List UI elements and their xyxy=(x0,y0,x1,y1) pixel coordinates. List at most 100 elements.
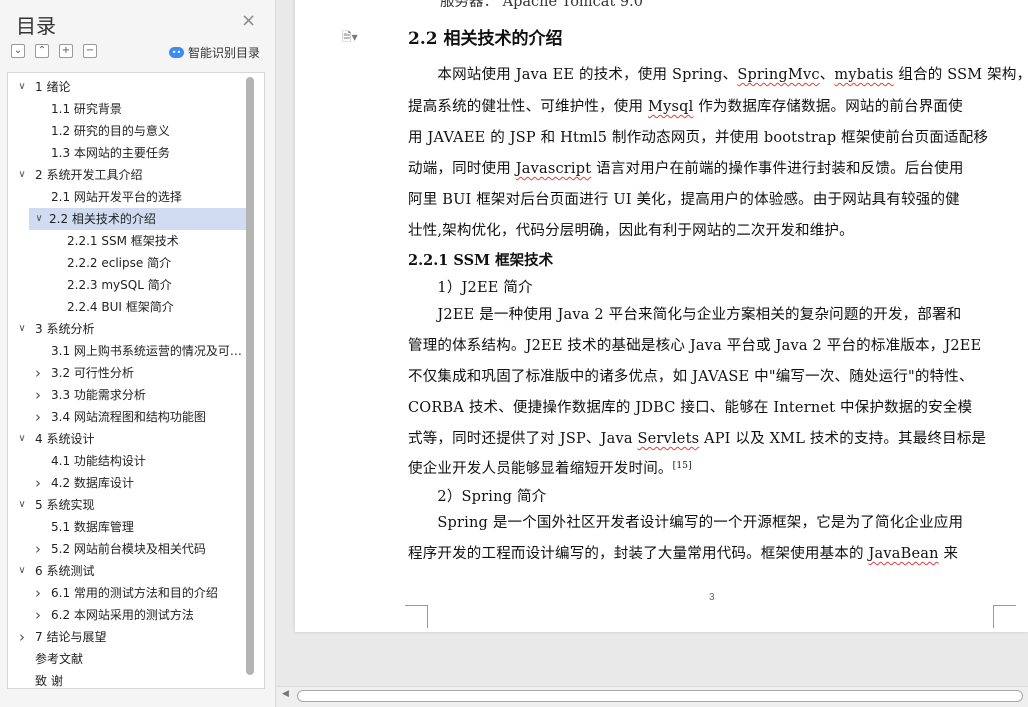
toc-item[interactable]: 2.1 网站开发平台的选择 xyxy=(8,186,254,208)
toc-item[interactable]: › 6.2 本网站采用的测试方法 xyxy=(8,604,254,626)
close-icon[interactable]: × xyxy=(241,12,256,30)
expand-all-icon[interactable]: ⌄ xyxy=(11,44,25,58)
toc-item[interactable]: ∨ 5 系统实现 xyxy=(8,494,254,516)
chevron-down-icon[interactable]: ∨ xyxy=(16,560,28,582)
toc-item[interactable]: 2.2.4 BUI 框架简介 xyxy=(8,296,254,318)
collapse-all-icon[interactable]: ⌃ xyxy=(35,44,49,58)
toc-item[interactable]: ∨ 3 系统分析 xyxy=(8,318,254,340)
toc-item-label: 2.2.2 eclipse 简介 xyxy=(67,256,172,270)
chevron-down-icon[interactable]: ∨ xyxy=(16,76,28,98)
citation-ref[interactable]: [15] xyxy=(673,461,692,471)
toc-item-label: 4.2 数据库设计 xyxy=(51,476,134,490)
toc-item-label: 2.2.4 BUI 框架简介 xyxy=(67,300,174,314)
chevron-right-icon[interactable]: › xyxy=(32,472,44,494)
text-run: 管理的体系结构。J2EE 技术的基础是核心 Java 平台或 Java 2 平台… xyxy=(408,338,982,354)
add-item-icon[interactable]: + xyxy=(59,44,73,58)
toc-item[interactable]: 2.2.2 eclipse 简介 xyxy=(8,252,254,274)
toc-item[interactable]: › 6.1 常用的测试方法和目的介绍 xyxy=(8,582,254,604)
text-run: 2）Spring 简介 xyxy=(408,489,547,505)
spellcheck-word: Mysql xyxy=(648,99,694,115)
toc-item[interactable]: ∨ 4 系统设计 xyxy=(8,428,254,450)
cut-off-line: 服务器： Apache Tomcat 9.0 xyxy=(440,0,643,10)
toc-item[interactable]: ∨ 2.2 相关技术的介绍 xyxy=(29,208,254,230)
toc-item[interactable]: ∨ 6 系统测试 xyxy=(8,560,254,582)
chevron-right-icon[interactable]: › xyxy=(32,406,44,428)
heading-2-2: 2.2 相关技术的介绍 xyxy=(408,29,563,49)
toc-item-label: 2.1 网站开发平台的选择 xyxy=(51,190,182,204)
toc-item-label: 7 结论与展望 xyxy=(35,630,107,644)
paragraph-line: 程序开发的工程而设计编写的，封装了大量常用代码。框架使用基本的 JavaBean… xyxy=(408,542,996,563)
horizontal-scrollbar-thumb[interactable] xyxy=(297,690,1023,702)
page-margin-corner-left xyxy=(405,605,428,628)
toc-item[interactable]: ∨ 1 绪论 xyxy=(8,76,254,98)
toc-item[interactable]: 致 谢 xyxy=(8,670,254,688)
toc-item[interactable]: ∨ 2 系统开发工具介绍 xyxy=(8,164,254,186)
remove-item-icon[interactable]: − xyxy=(83,44,97,58)
chevron-right-icon[interactable]: › xyxy=(32,604,44,626)
toc-item-label: 2.2 相关技术的介绍 xyxy=(49,212,156,226)
toc-item[interactable]: 5.1 数据库管理 xyxy=(8,516,254,538)
text-run: 壮性,架构优化，代码分层明确，因此有利于网站的二次开发和维护。 xyxy=(408,223,854,239)
paragraph-line: 管理的体系结构。J2EE 技术的基础是核心 Java 平台或 Java 2 平台… xyxy=(408,334,996,355)
toc-item[interactable]: 参考文献 xyxy=(8,648,254,670)
toc-item[interactable]: › 3.4 网站流程图和结构功能图 xyxy=(8,406,254,428)
smart-toc-button[interactable]: •• 智能识别目录 xyxy=(169,44,260,61)
toc-item[interactable]: 2.2.1 SSM 框架技术 xyxy=(8,230,254,252)
text-run: CORBA 技术、便捷操作数据库的 JDBC 接口、能够在 Internet 中… xyxy=(408,400,973,416)
toc-item[interactable]: › 3.2 可行性分析 xyxy=(8,362,254,384)
spellcheck-word: mybatis xyxy=(834,67,894,83)
toc-item-label: 1.2 研究的目的与意义 xyxy=(51,124,170,138)
document-page[interactable]: 服务器： Apache Tomcat 9.0 🗎▾ 2.2 相关技术的介绍 2.… xyxy=(295,0,1028,632)
spellcheck-word: Javascript xyxy=(515,161,592,177)
paragraph-line: 动端，同时使用 Javascript 语言对用户在前端的操作事件进行封装和反馈。… xyxy=(408,157,996,178)
text-run: 、 xyxy=(819,67,835,83)
text-run: 组合的 SSM 架构， xyxy=(893,67,1028,83)
chevron-right-icon[interactable]: › xyxy=(32,362,44,384)
chevron-right-icon[interactable]: › xyxy=(32,384,44,406)
toc-item-label: 1.3 本网站的主要任务 xyxy=(51,146,170,160)
toc-item-label: 6.1 常用的测试方法和目的介绍 xyxy=(51,586,218,600)
toc-item-label: 4.1 功能结构设计 xyxy=(51,454,146,468)
text-run: 程序开发的工程而设计编写的，封装了大量常用代码。框架使用基本的 xyxy=(408,546,869,562)
chevron-right-icon[interactable]: › xyxy=(32,538,44,560)
toc-tree-panel: ∨ 1 绪论 1.1 研究背景 1.2 研究的目的与意义 1.3 本网站的主要任务 ∨ 2 … xyxy=(7,72,265,689)
paragraph-line: 式等，同时还提供了对 JSP、Java Servlets API 以及 XML … xyxy=(408,427,996,448)
toc-item-label: 致 谢 xyxy=(35,674,63,688)
toc-item[interactable]: › 5.2 网站前台模块及相关代码 xyxy=(8,538,254,560)
toc-item-label: 2 系统开发工具介绍 xyxy=(35,168,143,182)
chevron-right-icon[interactable]: › xyxy=(32,582,44,604)
toc-item[interactable]: 1.3 本网站的主要任务 xyxy=(8,142,254,164)
toc-item-label: 2.2.1 SSM 框架技术 xyxy=(67,234,179,248)
horizontal-scrollbar[interactable]: ◀ xyxy=(277,686,1028,707)
toc-item[interactable]: › 4.2 数据库设计 xyxy=(8,472,254,494)
paragraph-line: 1）J2EE 简介 xyxy=(408,276,996,297)
chevron-down-icon[interactable]: ∨ xyxy=(16,318,28,340)
toc-item[interactable]: 1.2 研究的目的与意义 xyxy=(8,120,254,142)
chevron-down-icon[interactable]: ∨ xyxy=(33,208,45,230)
chevron-down-icon[interactable]: ∨ xyxy=(16,164,28,186)
text-run: 用 JAVAEE 的 JSP 和 Html5 制作动态网页，并使用 bootst… xyxy=(408,130,989,146)
text-run: 1）J2EE 简介 xyxy=(408,280,533,296)
toc-item[interactable]: 1.1 研究背景 xyxy=(8,98,254,120)
page-number: 3 xyxy=(709,592,715,603)
chevron-right-icon[interactable]: › xyxy=(16,626,28,648)
chevron-down-icon[interactable]: ∨ xyxy=(16,494,28,516)
page-menu-icon[interactable]: 🗎▾ xyxy=(342,28,358,49)
toc-scrollbar-thumb[interactable] xyxy=(246,77,254,675)
text-run: 使企业开发人员能够显着缩短开发时间。 xyxy=(408,461,673,477)
toc-item[interactable]: 2.2.3 mySQL 简介 xyxy=(8,274,254,296)
text-run: 阿里 BUI 框架对后台页面进行 UI 美化，提高用户的体验感。由于网站具有较强… xyxy=(408,192,960,208)
toc-item-label: 参考文献 xyxy=(35,652,84,666)
text-run: 本网站使用 Java EE 的技术，使用 Spring、 xyxy=(408,67,738,83)
toc-item-label: 1.1 研究背景 xyxy=(51,102,122,116)
text-run: 动端，同时使用 xyxy=(408,161,516,177)
toc-item[interactable]: 4.1 功能结构设计 xyxy=(8,450,254,472)
chevron-down-icon[interactable]: ∨ xyxy=(16,428,28,450)
toc-item[interactable]: › 7 结论与展望 xyxy=(8,626,254,648)
paragraph-line: 阿里 BUI 框架对后台页面进行 UI 美化，提高用户的体验感。由于网站具有较强… xyxy=(408,188,996,209)
scroll-left-arrow-icon[interactable]: ◀ xyxy=(282,689,289,699)
paragraph-line: 壮性,架构优化，代码分层明确，因此有利于网站的二次开发和维护。 xyxy=(408,219,996,240)
toc-item[interactable]: 3.1 网上购书系统运营的情况及可行性分析 xyxy=(8,340,254,362)
toc-item[interactable]: › 3.3 功能需求分析 xyxy=(8,384,254,406)
paragraph-line: 用 JAVAEE 的 JSP 和 Html5 制作动态网页，并使用 bootst… xyxy=(408,126,996,147)
